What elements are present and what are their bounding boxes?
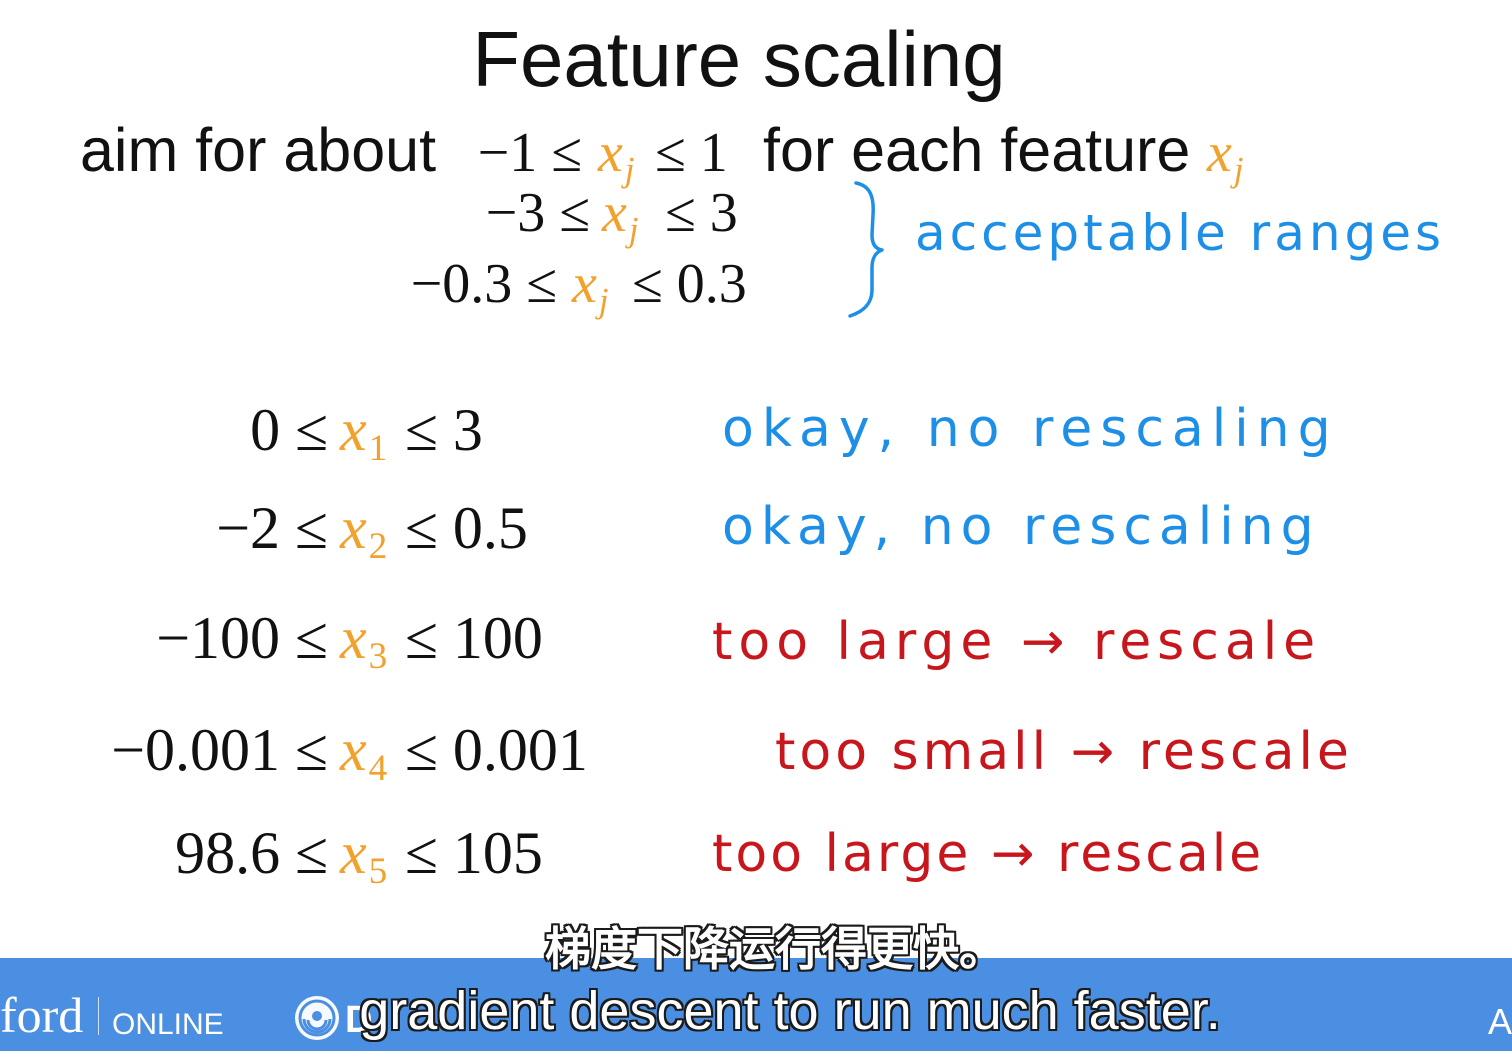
curly-brace-icon xyxy=(848,181,884,318)
variable-symbol: x xyxy=(340,397,367,463)
upper-bound: ≤ 0.3 xyxy=(632,253,747,315)
annotation-note: too large → rescale xyxy=(712,824,1265,884)
lower-bound: 0 ≤ xyxy=(250,397,328,463)
feature-variable: xj xyxy=(598,122,635,187)
variable-symbol: x xyxy=(340,717,367,783)
brand-suffix: ONLINE xyxy=(112,1008,224,1041)
annotation-note: okay, no rescaling xyxy=(722,497,1321,557)
upper-bound: ≤ 0.001 xyxy=(405,717,588,783)
variable-subscript: j xyxy=(628,209,639,249)
upper-bound: ≤ 100 xyxy=(405,605,543,671)
lower-bound: −100 ≤ xyxy=(156,605,328,671)
upper-bound: ≤ 3 xyxy=(405,397,483,463)
aim-inequality: −1 ≤ xj ≤ 1 xj xyxy=(0,122,1512,187)
acceptable-ranges-note: acceptable ranges xyxy=(915,204,1446,262)
brand-divider xyxy=(98,997,99,1035)
subtitle-chinese: 梯度下降运行得更快。 xyxy=(545,922,1005,976)
feature-variable: xj xyxy=(572,253,609,318)
lower-bound: −0.3 ≤ xyxy=(410,253,557,315)
variable-subscript: 5 xyxy=(368,851,388,893)
variable-subscript: j xyxy=(1233,149,1244,189)
lower-bound: 98.6 ≤ xyxy=(175,820,328,886)
variable-symbol: x xyxy=(602,182,627,244)
variable-subscript: 3 xyxy=(368,636,388,678)
feature-variable: xj xyxy=(602,182,639,247)
annotation-note: too small → rescale xyxy=(775,722,1353,782)
upper-bound: ≤ 105 xyxy=(405,820,543,886)
brand-name: ford xyxy=(0,987,84,1043)
feature-variable: x2 xyxy=(340,495,387,566)
lower-bound: −0.001 ≤ xyxy=(111,717,328,783)
presenter-name: A xyxy=(1488,1001,1512,1042)
variable-subscript: 4 xyxy=(368,748,388,790)
feature-variable: x1 xyxy=(340,397,387,468)
feature-variable: x3 xyxy=(340,605,387,676)
annotation-note: okay, no rescaling xyxy=(722,399,1339,459)
variable-subscript: 1 xyxy=(368,428,388,470)
variable-symbol: x xyxy=(598,122,623,184)
lower-bound: −3 ≤ xyxy=(485,182,590,244)
slide-title: Feature scaling xyxy=(472,15,1006,103)
variable-symbol: x xyxy=(340,495,367,561)
variable-symbol: x xyxy=(1207,122,1232,184)
video-frame: Feature scaling aim for about for each f… xyxy=(0,0,1512,1051)
feature-variable: x4 xyxy=(340,717,387,788)
upper-bound: ≤ 3 xyxy=(665,182,738,244)
variable-symbol: x xyxy=(340,605,367,671)
upper-bound: ≤ 1 xyxy=(655,122,728,184)
upper-bound: ≤ 0.5 xyxy=(405,495,528,561)
lower-bound: −1 ≤ xyxy=(477,122,582,184)
acceptable-range-row: −0.3 ≤ xj ≤ 0.3 xyxy=(0,253,1512,318)
subtitle-english: gradient descent to run much faster. xyxy=(359,981,1221,1041)
feature-variable: xj xyxy=(1207,122,1244,187)
variable-subscript: j xyxy=(598,280,609,320)
annotation-note: too large → rescale xyxy=(712,612,1322,672)
variable-subscript: 2 xyxy=(368,526,388,568)
variable-symbol: x xyxy=(572,253,597,315)
feature-variable: x5 xyxy=(340,820,387,891)
variable-symbol: x xyxy=(340,820,367,886)
lower-bound: −2 ≤ xyxy=(216,495,328,561)
